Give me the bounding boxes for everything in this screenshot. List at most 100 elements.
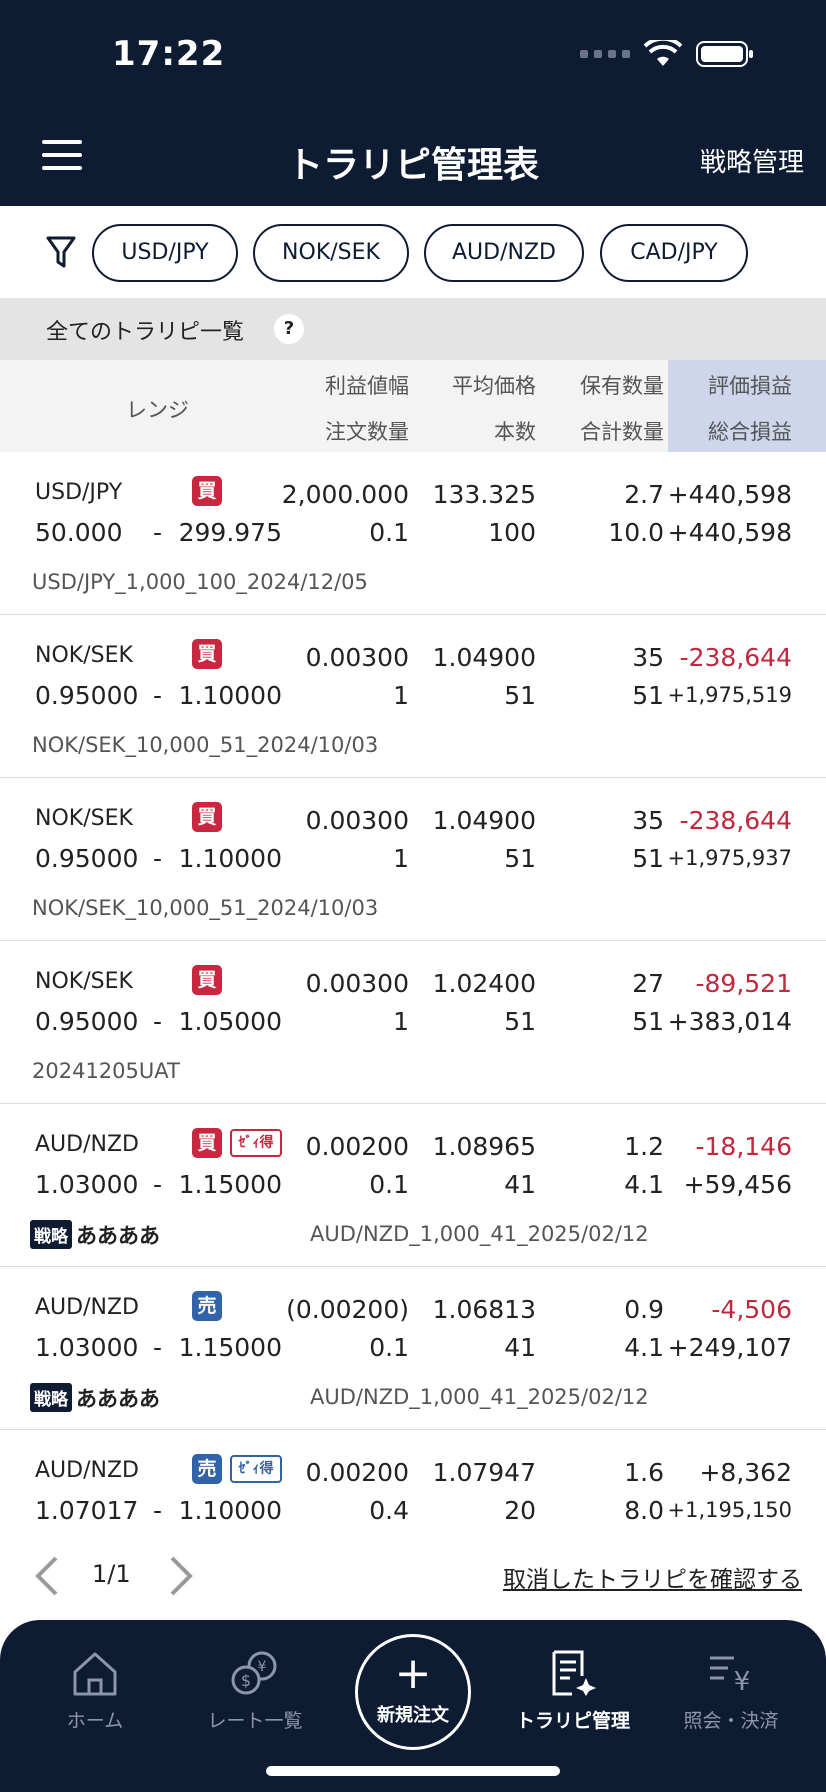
tab-trarepeat-label: トラリピ管理 [515, 1710, 630, 1732]
tab-home[interactable]: ホーム [15, 1650, 175, 1733]
currency-pair: NOK/SEK [35, 643, 133, 668]
swap-tag: ｾﾞｨ得 [230, 1129, 282, 1157]
header-range: レンジ [126, 398, 189, 422]
range-high: 1.05000 [178, 1007, 282, 1036]
trarepeat-row[interactable]: NOK/SEK 買 0.00300 1.04900 35 -238,644 0.… [0, 615, 826, 778]
currency-pair: AUD/NZD [35, 1295, 139, 1320]
swap-tag: ｾﾞｨ得 [230, 1455, 282, 1483]
currency-pair: AUD/NZD [35, 1458, 139, 1483]
header-total-pl: 総合損益 [708, 420, 792, 444]
plus-icon: + [394, 1648, 432, 1699]
tab-rates[interactable]: $ ¥ レート一覧 [175, 1650, 335, 1733]
row-memo: NOK/SEK_10,000_51_2024/10/03 [32, 896, 379, 920]
chevron-right-icon[interactable] [168, 1556, 194, 1596]
filter-chip-audnzd[interactable]: AUD/NZD [424, 224, 584, 282]
filter-bar: USD/JPY NOK/SEK AUD/NZD CAD/JPY [0, 206, 826, 298]
filter-chip-usdjpy[interactable]: USD/JPY [92, 224, 238, 282]
profit-width: 2,000.000 [281, 480, 409, 509]
currency-pair: AUD/NZD [35, 1132, 139, 1157]
range-low: 1.03000 [35, 1333, 139, 1362]
avg-price: 1.04900 [432, 806, 536, 835]
filter-chip-noksek[interactable]: NOK/SEK [253, 224, 409, 282]
range-separator: - [153, 1333, 163, 1362]
valuation-pl: -18,146 [695, 1132, 793, 1161]
avg-price: 1.02400 [432, 969, 536, 998]
count: 51 [504, 844, 536, 873]
holding-qty: 35 [632, 806, 664, 835]
app-header: 17:22 トラリピ管理表 戦略管理 [0, 0, 826, 206]
strategy-name: ああああ [76, 1387, 160, 1411]
trarepeat-row[interactable]: AUD/NZD 売 (0.00200) 1.06813 0.9 -4,506 1… [0, 1267, 826, 1430]
holding-qty: 0.9 [624, 1295, 664, 1324]
count: 41 [504, 1333, 536, 1362]
buy-badge: 買 [192, 965, 222, 995]
profit-width: 0.00300 [305, 969, 409, 998]
avg-price: 1.06813 [432, 1295, 536, 1324]
order-qty: 0.1 [369, 518, 409, 547]
filter-chip-cadjpy[interactable]: CAD/JPY [600, 224, 748, 282]
count: 51 [504, 1007, 536, 1036]
buy-badge: 買 [192, 476, 222, 506]
svg-text:¥: ¥ [258, 1659, 267, 1675]
range-low: 0.95000 [35, 844, 139, 873]
profit-width: 0.00200 [305, 1458, 409, 1487]
tab-inquiry[interactable]: ¥ 照会・決済 [651, 1650, 811, 1733]
new-order-button[interactable]: + 新規注文 [355, 1634, 471, 1750]
tab-rates-label: レート一覧 [207, 1710, 303, 1732]
svg-text:¥: ¥ [734, 1667, 751, 1696]
count: 51 [504, 681, 536, 710]
chevron-left-icon[interactable] [34, 1556, 60, 1596]
count: 100 [488, 518, 536, 547]
total-pl: +59,456 [683, 1170, 792, 1199]
total-pl: +1,975,937 [667, 846, 792, 870]
buy-badge: 買 [192, 1128, 222, 1158]
header-total-qty: 合計数量 [580, 420, 664, 444]
range-low: 1.03000 [35, 1170, 139, 1199]
row-memo: NOK/SEK_10,000_51_2024/10/03 [32, 733, 379, 757]
home-indicator [266, 1766, 560, 1776]
profit-width: 0.00300 [305, 643, 409, 672]
strategy-management-link[interactable]: 戦略管理 [700, 142, 804, 179]
avg-price: 1.08965 [432, 1132, 536, 1161]
buy-badge: 買 [192, 639, 222, 669]
range-high: 1.15000 [178, 1170, 282, 1199]
trarepeat-row[interactable]: USD/JPY 買 2,000.000 133.325 2.7 +440,598… [0, 452, 826, 615]
order-qty: 0.1 [369, 1170, 409, 1199]
help-icon[interactable]: ? [274, 314, 304, 344]
avg-price: 1.04900 [432, 643, 536, 672]
avg-price: 133.325 [432, 480, 536, 509]
count: 41 [504, 1170, 536, 1199]
range-separator: - [153, 1170, 163, 1199]
count: 20 [504, 1496, 536, 1525]
row-memo: USD/JPY_1,000_100_2024/12/05 [32, 570, 368, 594]
tab-home-label: ホーム [66, 1710, 124, 1732]
range-high: 299.975 [178, 518, 282, 547]
row-memo: AUD/NZD_1,000_41_2025/02/12 [310, 1222, 649, 1246]
order-qty: 0.4 [369, 1496, 409, 1525]
range-separator: - [153, 1496, 163, 1525]
range-separator: - [153, 681, 163, 710]
trarepeat-row[interactable]: NOK/SEK 買 0.00300 1.02400 27 -89,521 0.9… [0, 941, 826, 1104]
total-pl: +383,014 [667, 1007, 792, 1036]
row-memo: 20241205UAT [32, 1059, 180, 1083]
wifi-icon [644, 40, 682, 66]
trarepeat-row[interactable]: AUD/NZD 売 ｾﾞｨ得 0.00200 1.07947 1.6 +8,36… [0, 1430, 826, 1540]
total-qty: 4.1 [624, 1170, 664, 1199]
cancelled-trarepeat-link[interactable]: 取消したトラリピを確認する [503, 1560, 802, 1594]
status-time: 17:22 [112, 34, 226, 74]
trarepeat-row[interactable]: NOK/SEK 買 0.00300 1.04900 35 -238,644 0.… [0, 778, 826, 941]
range-high: 1.10000 [178, 681, 282, 710]
valuation-pl: +8,362 [699, 1458, 792, 1487]
range-separator: - [153, 1007, 163, 1036]
holding-qty: 1.6 [624, 1458, 664, 1487]
header-valuation-pl: 評価損益 [708, 374, 792, 398]
range-low: 50.000 [35, 518, 123, 547]
home-icon [73, 1652, 117, 1696]
filter-icon[interactable] [46, 236, 76, 270]
header-avg-price: 平均価格 [452, 374, 536, 398]
trarepeat-row[interactable]: AUD/NZD 買 ｾﾞｨ得 0.00200 1.08965 1.2 -18,1… [0, 1104, 826, 1267]
total-qty: 51 [632, 681, 664, 710]
tab-trarepeat[interactable]: トラリピ管理 [493, 1650, 653, 1733]
avg-price: 1.07947 [432, 1458, 536, 1487]
total-pl: +1,195,150 [667, 1498, 792, 1522]
